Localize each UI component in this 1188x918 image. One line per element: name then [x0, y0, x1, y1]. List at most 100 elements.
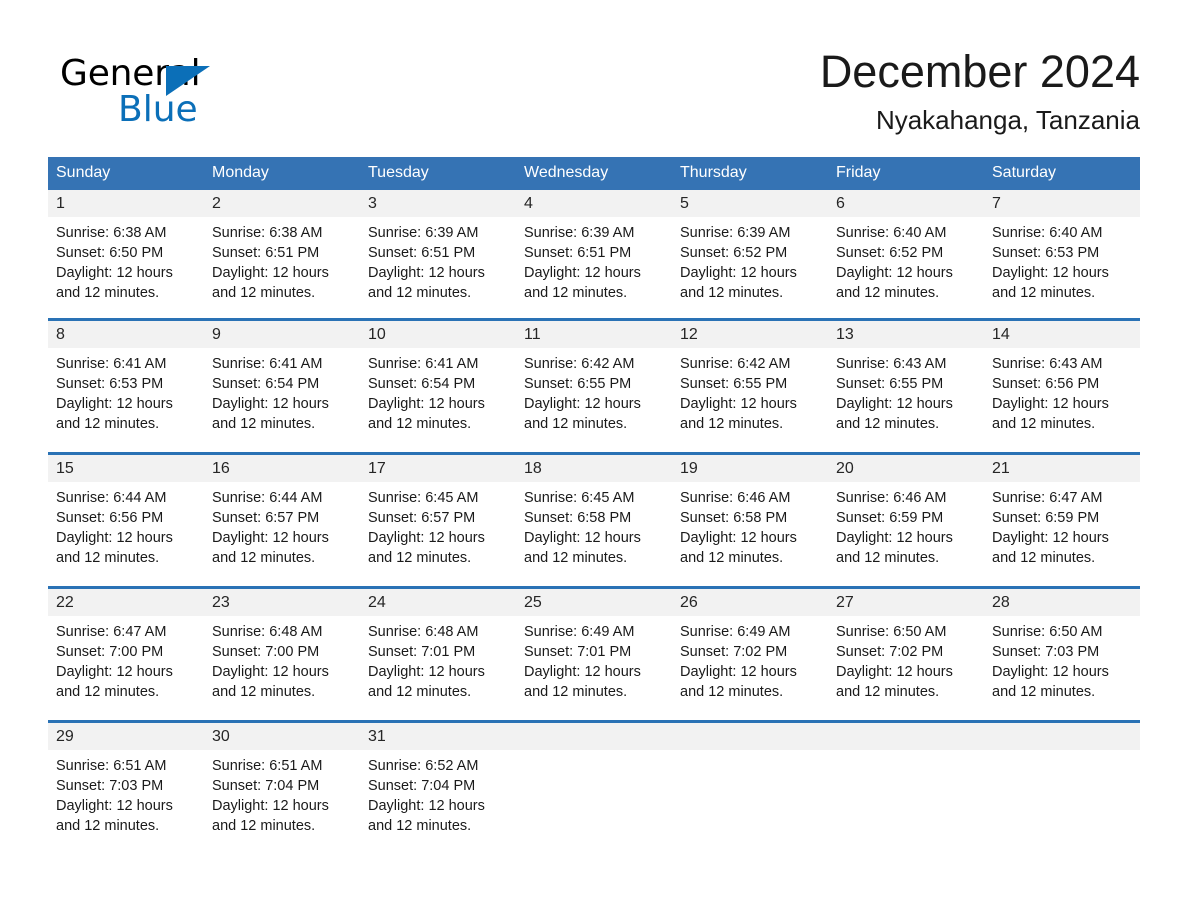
sunrise-time: Sunrise: 6:41 AM: [212, 356, 323, 372]
calendar-day-cell[interactable]: 20 Sunrise: 6:46 AM Sunset: 6:59 PM Dayligh…: [828, 452, 984, 588]
sunset-time: Sunset: 7:04 PM: [212, 778, 320, 794]
calendar-day-cell[interactable]: 28 Sunrise: 6:50 AM Sunset: 7:03 PM Dayligh…: [984, 586, 1140, 722]
day-number: 7: [984, 190, 1140, 217]
sunrise-time: Sunrise: 6:50 AM: [836, 624, 947, 640]
calendar-day-cell[interactable]: 26 Sunrise: 6:49 AM Sunset: 7:02 PM Dayligh…: [672, 586, 828, 722]
daylight-duration-line2: and 12 minutes.: [212, 285, 316, 301]
daylight-duration-line2: and 12 minutes.: [680, 550, 784, 566]
day-cell-inner: 4 Sunrise: 6:39 AM Sunset: 6:51 PM Daylight…: [516, 190, 672, 318]
day-number: 11: [516, 321, 672, 348]
daylight-duration-line1: Daylight: 12 hours: [836, 664, 953, 680]
day-number: 16: [204, 455, 360, 482]
day-cell-inner: [672, 723, 828, 854]
sunset-time: Sunset: 7:01 PM: [524, 644, 632, 660]
calendar-day-cell[interactable]: 31 Sunrise: 6:52 AM Sunset: 7:04 PM Dayligh…: [360, 720, 516, 854]
calendar-day-cell[interactable]: 3 Sunrise: 6:39 AM Sunset: 6:51 PM Daylight…: [360, 190, 516, 320]
daylight-duration-line2: and 12 minutes.: [368, 550, 472, 566]
calendar-day-cell[interactable]: 18 Sunrise: 6:45 AM Sunset: 6:58 PM Dayligh…: [516, 452, 672, 588]
calendar-day-cell[interactable]: 25 Sunrise: 6:49 AM Sunset: 7:01 PM Dayligh…: [516, 586, 672, 722]
calendar-day-cell[interactable]: 15 Sunrise: 6:44 AM Sunset: 6:56 PM Dayligh…: [48, 452, 204, 588]
calendar-day-cell[interactable]: 9 Sunrise: 6:41 AM Sunset: 6:54 PM Daylight…: [204, 318, 360, 454]
daylight-duration-line1: Daylight: 12 hours: [836, 396, 953, 412]
daylight-duration-line2: and 12 minutes.: [368, 416, 472, 432]
calendar-day-cell[interactable]: 4 Sunrise: 6:39 AM Sunset: 6:51 PM Daylight…: [516, 190, 672, 320]
sunset-time: Sunset: 6:58 PM: [680, 510, 788, 526]
daylight-duration-line2: and 12 minutes.: [56, 684, 160, 700]
day-cell-inner: 22 Sunrise: 6:47 AM Sunset: 7:00 PM Dayligh…: [48, 589, 204, 720]
day-cell-inner: 8 Sunrise: 6:41 AM Sunset: 6:53 PM Daylight…: [48, 321, 204, 452]
sunset-time: Sunset: 6:58 PM: [524, 510, 632, 526]
daylight-duration-line2: and 12 minutes.: [368, 285, 472, 301]
daylight-duration-line1: Daylight: 12 hours: [212, 664, 329, 680]
day-cell-inner: 24 Sunrise: 6:48 AM Sunset: 7:01 PM Dayligh…: [360, 589, 516, 720]
calendar-day-cell-empty: [828, 720, 984, 854]
day-cell-inner: 5 Sunrise: 6:39 AM Sunset: 6:52 PM Daylight…: [672, 190, 828, 318]
day-details: Sunrise: 6:39 AM Sunset: 6:51 PM Daylight:…: [360, 217, 516, 303]
day-number: 21: [984, 455, 1140, 482]
calendar-day-cell[interactable]: 27 Sunrise: 6:50 AM Sunset: 7:02 PM Dayligh…: [828, 586, 984, 722]
calendar-day-cell[interactable]: 14 Sunrise: 6:43 AM Sunset: 6:56 PM Dayligh…: [984, 318, 1140, 454]
calendar-day-cell[interactable]: 23 Sunrise: 6:48 AM Sunset: 7:00 PM Dayligh…: [204, 586, 360, 722]
sunset-time: Sunset: 6:55 PM: [524, 376, 632, 392]
daylight-duration-line2: and 12 minutes.: [56, 550, 160, 566]
daylight-duration-line1: Daylight: 12 hours: [368, 798, 485, 814]
day-number: [828, 723, 984, 750]
day-cell-inner: 17 Sunrise: 6:45 AM Sunset: 6:57 PM Dayligh…: [360, 455, 516, 586]
calendar-day-cell[interactable]: 12 Sunrise: 6:42 AM Sunset: 6:55 PM Dayligh…: [672, 318, 828, 454]
calendar-day-cell[interactable]: 6 Sunrise: 6:40 AM Sunset: 6:52 PM Daylight…: [828, 190, 984, 320]
day-cell-inner: 25 Sunrise: 6:49 AM Sunset: 7:01 PM Dayligh…: [516, 589, 672, 720]
day-number: 12: [672, 321, 828, 348]
calendar-day-cell[interactable]: 29 Sunrise: 6:51 AM Sunset: 7:03 PM Dayligh…: [48, 720, 204, 854]
daylight-duration-line2: and 12 minutes.: [836, 285, 940, 301]
day-number: 15: [48, 455, 204, 482]
generalblue-logo[interactable]: General Blue: [60, 52, 320, 136]
daylight-duration-line1: Daylight: 12 hours: [212, 530, 329, 546]
day-details: Sunrise: 6:39 AM Sunset: 6:52 PM Daylight:…: [672, 217, 828, 303]
day-details: Sunrise: 6:44 AM Sunset: 6:57 PM Daylight:…: [204, 482, 360, 568]
day-number: 17: [360, 455, 516, 482]
day-cell-inner: 31 Sunrise: 6:52 AM Sunset: 7:04 PM Dayligh…: [360, 723, 516, 854]
day-number: 23: [204, 589, 360, 616]
day-cell-inner: 27 Sunrise: 6:50 AM Sunset: 7:02 PM Dayligh…: [828, 589, 984, 720]
daylight-duration-line2: and 12 minutes.: [212, 818, 316, 834]
day-number: 3: [360, 190, 516, 217]
calendar-day-cell[interactable]: 24 Sunrise: 6:48 AM Sunset: 7:01 PM Dayligh…: [360, 586, 516, 722]
daylight-duration-line1: Daylight: 12 hours: [992, 664, 1109, 680]
calendar-day-cell[interactable]: 1 Sunrise: 6:38 AM Sunset: 6:50 PM Daylight…: [48, 190, 204, 320]
calendar-day-cell[interactable]: 8 Sunrise: 6:41 AM Sunset: 6:53 PM Daylight…: [48, 318, 204, 454]
calendar-day-cell[interactable]: 2 Sunrise: 6:38 AM Sunset: 6:51 PM Daylight…: [204, 190, 360, 320]
day-details: Sunrise: 6:51 AM Sunset: 7:03 PM Daylight:…: [48, 750, 204, 836]
daylight-duration-line1: Daylight: 12 hours: [680, 396, 797, 412]
day-number: 29: [48, 723, 204, 750]
day-cell-inner: 30 Sunrise: 6:51 AM Sunset: 7:04 PM Dayligh…: [204, 723, 360, 854]
daylight-duration-line2: and 12 minutes.: [56, 818, 160, 834]
day-details: Sunrise: 6:48 AM Sunset: 7:01 PM Daylight:…: [360, 616, 516, 702]
calendar-day-cell[interactable]: 13 Sunrise: 6:43 AM Sunset: 6:55 PM Dayligh…: [828, 318, 984, 454]
sunrise-time: Sunrise: 6:39 AM: [524, 225, 635, 241]
day-cell-inner: [516, 723, 672, 854]
calendar-day-cell[interactable]: 21 Sunrise: 6:47 AM Sunset: 6:59 PM Dayligh…: [984, 452, 1140, 588]
calendar-day-cell[interactable]: 22 Sunrise: 6:47 AM Sunset: 7:00 PM Dayligh…: [48, 586, 204, 722]
sunrise-time: Sunrise: 6:47 AM: [56, 624, 167, 640]
day-cell-inner: [828, 723, 984, 854]
calendar-day-cell[interactable]: 19 Sunrise: 6:46 AM Sunset: 6:58 PM Dayligh…: [672, 452, 828, 588]
calendar-day-cell-empty: [516, 720, 672, 854]
day-number: 22: [48, 589, 204, 616]
day-number: 10: [360, 321, 516, 348]
daylight-duration-line1: Daylight: 12 hours: [56, 798, 173, 814]
calendar-day-cell[interactable]: 16 Sunrise: 6:44 AM Sunset: 6:57 PM Dayligh…: [204, 452, 360, 588]
calendar-day-cell[interactable]: 10 Sunrise: 6:41 AM Sunset: 6:54 PM Dayligh…: [360, 318, 516, 454]
calendar-week-row: 29 Sunrise: 6:51 AM Sunset: 7:03 PM Dayligh…: [48, 720, 1140, 854]
calendar-day-cell[interactable]: 5 Sunrise: 6:39 AM Sunset: 6:52 PM Daylight…: [672, 190, 828, 320]
calendar-body: 1 Sunrise: 6:38 AM Sunset: 6:50 PM Daylight…: [48, 190, 1140, 854]
calendar-day-cell[interactable]: 11 Sunrise: 6:42 AM Sunset: 6:55 PM Dayligh…: [516, 318, 672, 454]
daylight-duration-line2: and 12 minutes.: [368, 684, 472, 700]
daylight-duration-line2: and 12 minutes.: [992, 416, 1096, 432]
calendar-day-cell[interactable]: 7 Sunrise: 6:40 AM Sunset: 6:53 PM Daylight…: [984, 190, 1140, 320]
day-details: Sunrise: 6:49 AM Sunset: 7:01 PM Daylight:…: [516, 616, 672, 702]
calendar-day-cell[interactable]: 30 Sunrise: 6:51 AM Sunset: 7:04 PM Dayligh…: [204, 720, 360, 854]
calendar-day-cell[interactable]: 17 Sunrise: 6:45 AM Sunset: 6:57 PM Dayligh…: [360, 452, 516, 588]
day-cell-inner: 10 Sunrise: 6:41 AM Sunset: 6:54 PM Dayligh…: [360, 321, 516, 452]
day-cell-inner: 14 Sunrise: 6:43 AM Sunset: 6:56 PM Dayligh…: [984, 321, 1140, 452]
day-number: 4: [516, 190, 672, 217]
